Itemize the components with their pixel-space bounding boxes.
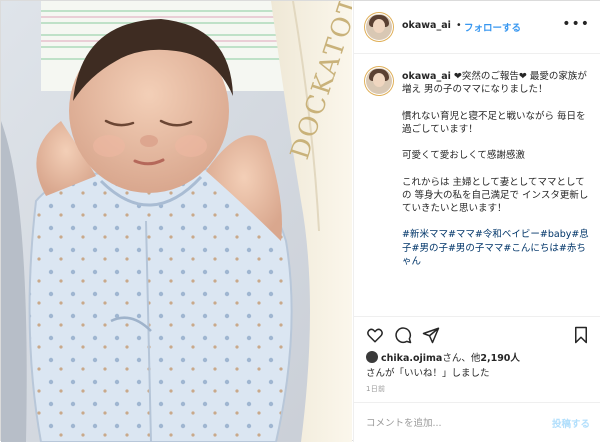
action-bar (354, 319, 600, 351)
likes-text-end: さんが「いいね！」しました (366, 368, 490, 379)
liker-username[interactable]: chika.ojima (381, 353, 442, 364)
follow-button[interactable]: フォローする (464, 20, 521, 34)
comment-bar: 投稿する (354, 402, 600, 443)
post-photo[interactable]: DOCKATOT (1, 1, 352, 442)
post-modal: DOCKATOT okawa_ai • フォローする ••• okawa_ai … (0, 0, 600, 442)
comment-icon[interactable] (394, 326, 412, 344)
heart-icon[interactable] (366, 326, 384, 344)
post-side-panel: okawa_ai • フォローする ••• okawa_ai ❤突然のご報告❤ … (353, 1, 600, 442)
share-icon[interactable] (422, 326, 440, 344)
likes-summary: chika.ojimaさん、他2,190人 さんが「いいね！」しました (366, 351, 596, 381)
separator-dot: • (456, 20, 462, 31)
caption-paragraph: これからは 主婦として妻としてママとしての 等身大の私を自己満足で インスタ更新… (402, 176, 589, 214)
caption-text: okawa_ai ❤突然のご報告❤ 最愛の家族が増え 男の子のママになりました！… (402, 70, 590, 281)
comment-input[interactable] (366, 415, 536, 431)
caption-paragraph: 可愛くて愛おしくて感謝感激 (402, 150, 525, 162)
author-avatar[interactable] (366, 14, 392, 40)
post-header: okawa_ai • フォローする ••• (354, 1, 600, 54)
liker-avatar[interactable] (366, 351, 378, 363)
more-options-icon[interactable]: ••• (562, 16, 590, 32)
caption-username[interactable]: okawa_ai (402, 71, 451, 82)
caption-section: okawa_ai ❤突然のご報告❤ 最愛の家族が増え 男の子のママになりました！… (354, 54, 600, 317)
author-username[interactable]: okawa_ai (402, 20, 451, 31)
post-timestamp[interactable]: 1日前 (366, 384, 385, 394)
likes-text: さん、他 (442, 353, 481, 364)
post-comment-button[interactable]: 投稿する (552, 416, 590, 430)
caption-paragraph: 慣れない育児と寝不足と戦いながら 毎日を過ごしています！ (402, 110, 586, 135)
likes-count[interactable]: 2,190人 (480, 353, 520, 364)
caption-author-avatar[interactable] (366, 68, 392, 94)
hashtags[interactable]: #新米ママ#ママ#令和ベイビー#baby#息子#男の子#男の子ママ#こんにちは#… (402, 228, 590, 268)
bookmark-icon[interactable] (572, 326, 590, 344)
